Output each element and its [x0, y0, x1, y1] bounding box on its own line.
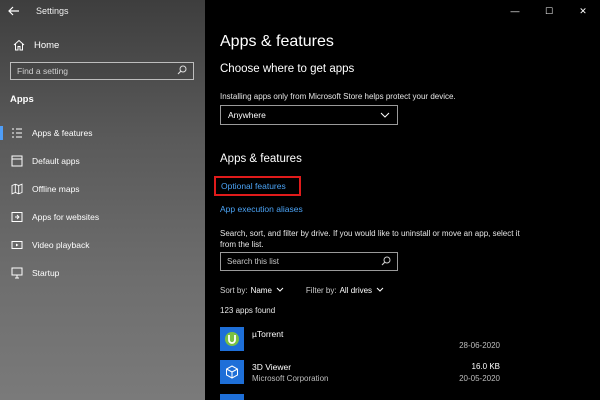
optional-features-link[interactable]: Optional features [214, 176, 301, 196]
sidebar-item-label: Apps & features [32, 128, 93, 138]
store-info-text: Installing apps only from Microsoft Stor… [220, 92, 456, 101]
apps-features-heading: Apps & features [220, 153, 302, 165]
app-tile-partial [220, 394, 244, 400]
home-icon [12, 38, 26, 52]
sidebar-item-apps-features[interactable]: Apps & features [0, 122, 205, 144]
filter-value: All drives [339, 286, 373, 295]
sidebar-item-label: Startup [32, 268, 60, 278]
apps-description: Search, sort, and filter by drive. If yo… [220, 229, 520, 249]
selection-indicator [0, 266, 3, 280]
maximize-icon[interactable]: ☐ [532, 0, 566, 22]
apps-features-icon [11, 127, 23, 139]
sidebar-item-label: Video playback [32, 240, 90, 250]
startup-icon [11, 267, 23, 279]
apps-section-label: Apps [10, 94, 34, 105]
sort-filter-row: Sort by: Name Filter by: All drives [220, 286, 384, 295]
utorrent-icon [220, 327, 244, 351]
selection-indicator [0, 182, 3, 196]
close-icon[interactable]: ✕ [566, 0, 600, 22]
search-apps-placeholder: Search this list [227, 257, 280, 266]
app-size: 16.0 KB [471, 362, 500, 371]
search-icon[interactable] [381, 256, 391, 268]
video-playback-icon [11, 239, 23, 251]
chevron-down-icon [376, 287, 384, 294]
chevron-down-icon [276, 287, 284, 294]
app-date: 28-06-2020 [459, 341, 500, 350]
list-item[interactable]: µTorrent 28-06-2020 [220, 327, 500, 355]
selection-indicator [0, 210, 3, 224]
main-content: — ☐ ✕ Apps & features Choose where to ge… [205, 0, 600, 400]
3d-viewer-icon [220, 360, 244, 384]
sidebar-item-label: Offline maps [32, 184, 80, 194]
sort-by-dropdown[interactable]: Sort by: Name [220, 286, 284, 295]
sidebar-item-offline-maps[interactable]: Offline maps [0, 178, 205, 200]
app-publisher: Microsoft Corporation [252, 374, 329, 383]
sidebar-item-label: Apps for websites [32, 212, 100, 222]
sidebar-item-startup[interactable]: Startup [0, 262, 205, 284]
app-source-dropdown[interactable]: Anywhere [220, 105, 398, 125]
find-setting-search[interactable]: Find a setting [10, 62, 194, 80]
settings-sidebar: Settings Home Find a setting Apps Apps &… [0, 0, 205, 400]
choose-apps-heading: Choose where to get apps [220, 63, 355, 75]
search-apps-input[interactable]: Search this list [220, 252, 398, 271]
app-source-value: Anywhere [228, 110, 266, 120]
window-title: Settings [36, 6, 69, 16]
selection-indicator [0, 126, 3, 140]
sidebar-item-label: Default apps [32, 156, 80, 166]
page-title: Apps & features [220, 33, 334, 50]
sidebar-item-default-apps[interactable]: Default apps [0, 150, 205, 172]
filter-label: Filter by: [305, 286, 337, 295]
app-execution-aliases-link[interactable]: App execution aliases [220, 204, 303, 214]
apps-for-websites-icon [11, 211, 23, 223]
default-apps-icon [11, 155, 23, 167]
sidebar-item-video-playback[interactable]: Video playback [0, 234, 205, 256]
selection-indicator [0, 154, 3, 168]
list-item[interactable]: 3D Viewer Microsoft Corporation 16.0 KB … [220, 360, 500, 388]
sort-value: Name [250, 286, 272, 295]
chevron-down-icon [380, 110, 390, 120]
app-date: 20-05-2020 [459, 374, 500, 383]
minimize-icon[interactable]: — [498, 0, 532, 22]
window-controls: — ☐ ✕ [498, 0, 600, 22]
title-bar: Settings [0, 0, 205, 22]
search-icon[interactable] [177, 65, 187, 77]
apps-count: 123 apps found [220, 306, 276, 315]
filter-by-dropdown[interactable]: Filter by: All drives [306, 286, 384, 295]
home-label: Home [34, 39, 60, 51]
sort-label: Sort by: [220, 286, 248, 295]
find-setting-placeholder: Find a setting [17, 66, 69, 76]
optional-features-label: Optional features [221, 181, 286, 191]
home-nav-item[interactable]: Home [12, 38, 59, 52]
sidebar-item-apps-for-websites[interactable]: Apps for websites [0, 206, 205, 228]
app-name: 3D Viewer [252, 362, 292, 372]
app-name: µTorrent [252, 329, 284, 339]
back-arrow-icon[interactable] [0, 0, 28, 22]
selection-indicator [0, 238, 3, 252]
offline-maps-icon [11, 183, 23, 195]
